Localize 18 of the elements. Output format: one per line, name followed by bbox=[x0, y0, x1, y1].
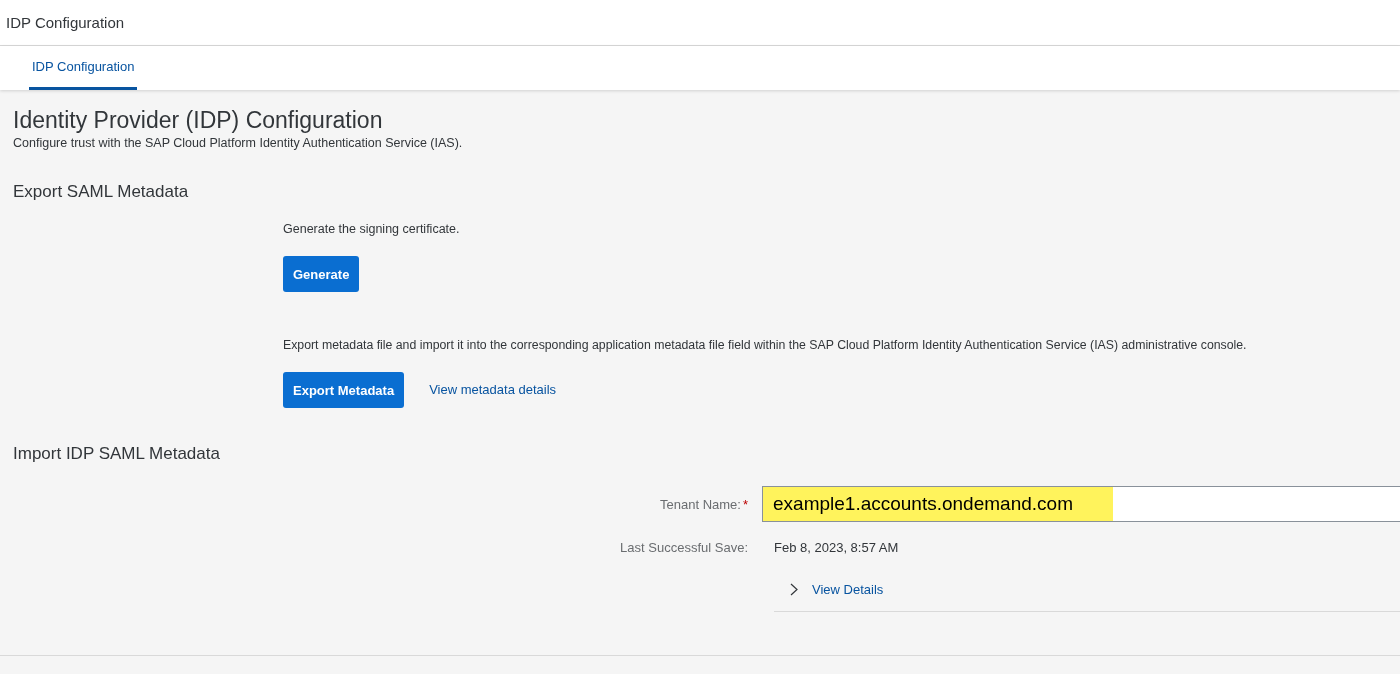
tenant-name-label: Tenant Name: bbox=[660, 496, 741, 512]
generate-button[interactable]: Generate bbox=[283, 256, 360, 292]
export-metadata-button[interactable]: Export Metadata bbox=[283, 372, 405, 408]
chevron-icon bbox=[790, 582, 798, 596]
generate-description: Generate the signing certificate. bbox=[283, 222, 461, 236]
tenant-name-field[interactable]: example1.accounts.ondemand.com bbox=[762, 486, 1400, 522]
required-asterisk-icon: * bbox=[742, 496, 748, 512]
last-save-value: Feb 8, 2023, 8:57 AM bbox=[774, 540, 899, 555]
page-title: Identity Provider (IDP) Configuration bbox=[13, 106, 384, 134]
view-metadata-details-link[interactable]: View metadata details bbox=[429, 372, 557, 408]
tab[interactable]: IDP Configuration bbox=[29, 46, 138, 90]
window-title: IDP Configuration bbox=[6, 14, 125, 31]
view-details-toggle[interactable]: View Details bbox=[790, 581, 884, 597]
section-title: Import IDP SAML Metadata bbox=[13, 444, 221, 464]
last-save-label: Last Successful Save: bbox=[620, 540, 748, 555]
section-title: Export SAML Metadata bbox=[13, 182, 190, 202]
page-subtitle: Configure trust with the SAP Cloud Platform Identity Authentication Service (IAS). bbox=[13, 136, 464, 150]
export-description: Export metadata file and import it into the corresponding application metadata file field within the SAP Cloud Platform Identity Authentication Service (IAS) administrative console. bbox=[283, 338, 1248, 352]
